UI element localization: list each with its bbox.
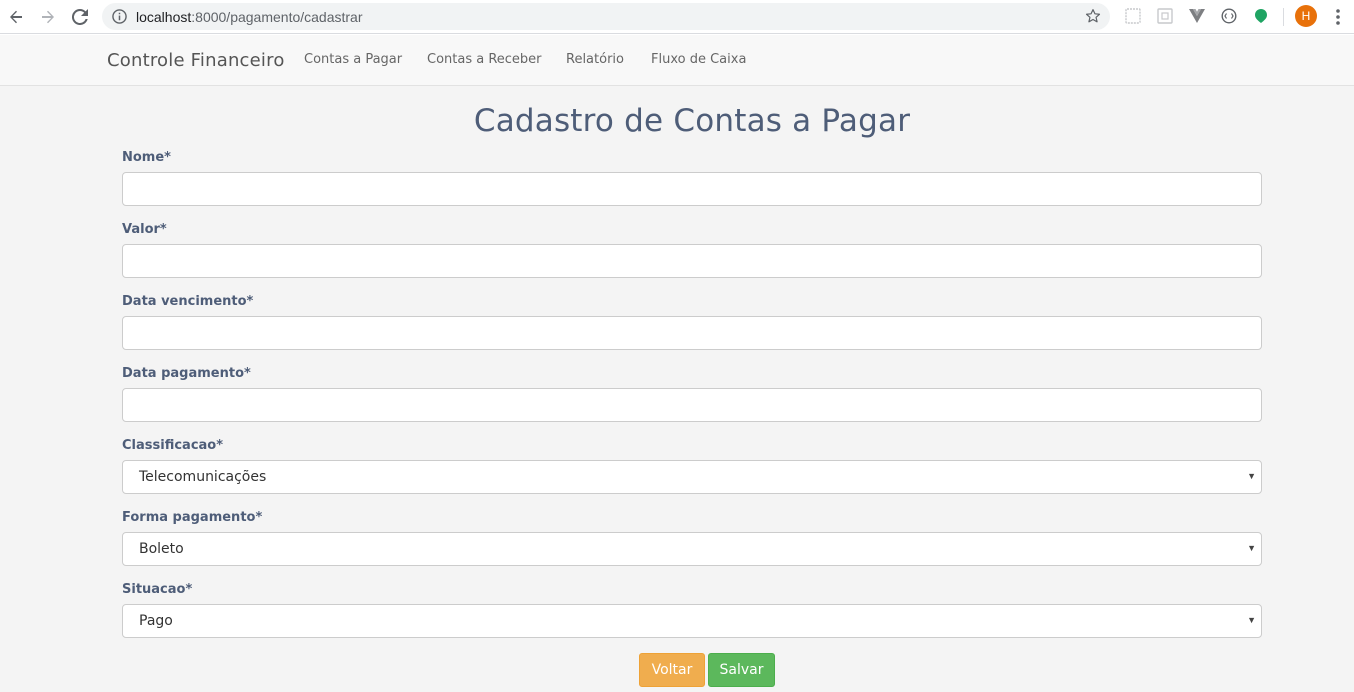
extension-icon[interactable] <box>1124 7 1142 25</box>
page-content: Controle Financeiro Contas a Pagar Conta… <box>0 35 1354 692</box>
url-text: localhost:8000/pagamento/cadastrar <box>136 9 363 25</box>
nome-label: Nome* <box>122 150 171 165</box>
classificacao-select[interactable]: Telecomunicações ▼ <box>122 460 1262 494</box>
info-icon[interactable] <box>112 9 127 29</box>
voltar-button[interactable]: Voltar <box>639 653 705 687</box>
nav-link-contas-a-pagar[interactable]: Contas a Pagar <box>304 52 402 67</box>
menu-icon[interactable] <box>1331 7 1345 27</box>
back-icon <box>10 10 22 24</box>
chevron-down-icon: ▼ <box>1247 471 1256 481</box>
forma-pagamento-select[interactable]: Boleto ▼ <box>122 532 1262 566</box>
forward-icon <box>42 10 54 24</box>
situacao-label: Situacao* <box>122 582 193 597</box>
page-title: Cadastro de Contas a Pagar <box>473 103 911 139</box>
classificacao-selected-value: Telecomunicações <box>139 469 267 485</box>
nome-input[interactable] <box>122 172 1262 206</box>
valor-label: Valor* <box>122 222 167 237</box>
nav-link-fluxo-de-caixa[interactable]: Fluxo de Caixa <box>651 52 746 67</box>
extension-icon[interactable] <box>1252 7 1270 25</box>
browser-toolbar: localhost:8000/pagamento/cadastrar H <box>0 0 1354 34</box>
forward-button[interactable] <box>35 4 61 30</box>
reload-icon <box>72 9 88 25</box>
bookmark-star-icon[interactable] <box>1085 8 1101 29</box>
back-button[interactable] <box>3 4 29 30</box>
valor-input[interactable] <box>122 244 1262 278</box>
classificacao-label: Classificacao* <box>122 438 224 453</box>
chevron-down-icon: ▼ <box>1247 615 1256 625</box>
nav-link-relatorio[interactable]: Relatório <box>566 52 624 67</box>
address-bar[interactable]: localhost:8000/pagamento/cadastrar <box>102 3 1110 30</box>
data-pagamento-label: Data pagamento* <box>122 366 251 381</box>
toolbar-divider <box>1283 8 1284 26</box>
app-navbar: Controle Financeiro Contas a Pagar Conta… <box>0 35 1354 86</box>
extension-icon[interactable] <box>1156 7 1174 25</box>
url-path: :8000/pagamento/cadastrar <box>191 9 363 25</box>
situacao-selected-value: Pago <box>139 613 173 629</box>
data-vencimento-input[interactable] <box>122 316 1262 350</box>
forma-pagamento-label: Forma pagamento* <box>122 510 263 525</box>
chevron-down-icon: ▼ <box>1247 543 1256 553</box>
data-pagamento-input[interactable] <box>122 388 1262 422</box>
salvar-button[interactable]: Salvar <box>708 653 775 687</box>
navbar-brand[interactable]: Controle Financeiro <box>107 50 285 71</box>
reload-button[interactable] <box>67 4 93 30</box>
forma-pagamento-selected-value: Boleto <box>139 541 184 557</box>
nav-link-contas-a-receber[interactable]: Contas a Receber <box>427 52 542 67</box>
url-host: localhost <box>136 9 192 25</box>
vue-devtools-icon[interactable] <box>1188 7 1206 25</box>
profile-avatar[interactable]: H <box>1295 5 1317 27</box>
extension-icon[interactable] <box>1220 7 1238 25</box>
situacao-select[interactable]: Pago ▼ <box>122 604 1262 638</box>
data-vencimento-label: Data vencimento* <box>122 294 254 309</box>
